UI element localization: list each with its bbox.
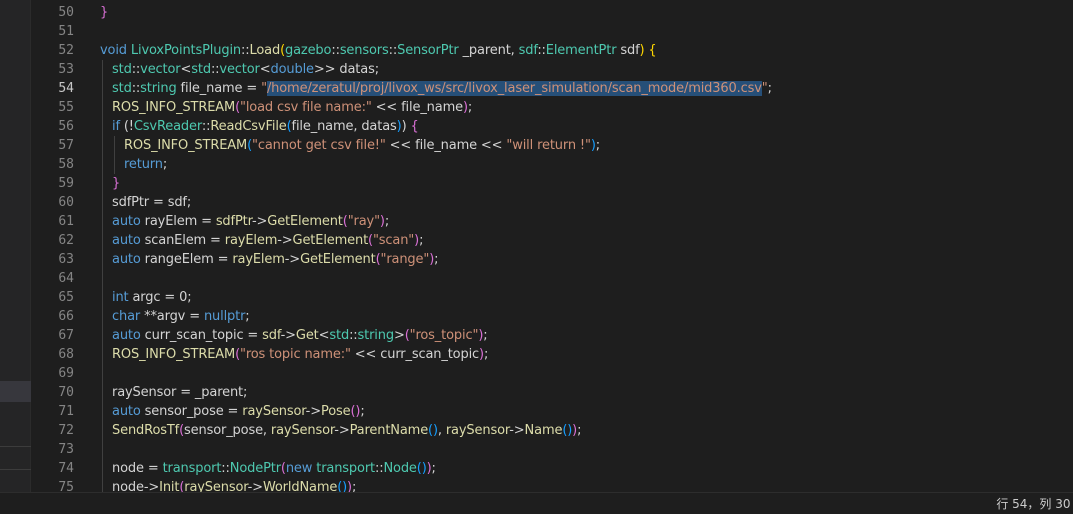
code-line: raySensor = _parent; [112,385,248,400]
code-line: return; [124,157,168,172]
code-area[interactable]: } void LivoxPointsPlugin::Load(gazebo::s… [100,0,1073,492]
indent-guide [102,60,103,492]
side-panel-divider [0,469,31,470]
line-number: 66 [58,309,74,324]
code-line: void LivoxPointsPlugin::Load(gazebo::sen… [100,43,657,58]
line-number: 53 [58,62,74,77]
line-number: 50 [58,5,74,20]
cursor-position[interactable]: 行 54，列 30 ( [996,495,1073,512]
side-panel [0,0,31,492]
code-line: auto rayElem = sdfPtr->GetElement("ray")… [112,214,390,229]
line-number: 51 [58,24,74,39]
line-number: 75 [58,480,74,492]
line-number-active: 54 [58,81,74,96]
line-number: 55 [58,100,74,115]
line-number: 65 [58,290,74,305]
code-line: node->Init(raySensor->WorldName()); [112,480,357,492]
code-line: SendRosTf(sensor_pose, raySensor->Parent… [112,423,582,438]
line-number: 63 [58,252,74,267]
side-panel-divider [0,446,31,447]
line-number: 52 [58,43,74,58]
line-number: 68 [58,347,74,362]
line-number: 58 [58,157,74,172]
status-bar: 行 54，列 30 ( [0,492,1073,514]
line-number: 72 [58,423,74,438]
line-number: 61 [58,214,74,229]
line-number: 59 [58,176,74,191]
code-line: auto rangeElem = rayElem->GetElement("ra… [112,252,439,267]
line-number: 69 [58,366,74,381]
code-line: std::vector<std::vector<double>> datas; [112,62,379,77]
code-line: auto sensor_pose = raySensor->Pose(); [112,404,365,419]
code-line: ROS_INFO_STREAM("ros topic name:" << cur… [112,347,489,362]
line-number: 71 [58,404,74,419]
line-number: 60 [58,195,74,210]
line-number: 70 [58,385,74,400]
code-line: if (!CsvReader::ReadCsvFile(file_name, d… [112,119,419,134]
line-number: 74 [58,461,74,476]
line-number: 62 [58,233,74,248]
side-panel-selected-item[interactable] [0,381,31,402]
code-line: node = transport::NodePtr(new transport:… [112,461,436,476]
line-number: 57 [58,138,74,153]
code-line: ROS_INFO_STREAM("cannot get csv file!" <… [124,138,600,153]
line-number: 64 [58,271,74,286]
code-line: } [112,176,121,191]
code-line: ROS_INFO_STREAM("load csv file name:" <<… [112,100,473,115]
line-number: 67 [58,328,74,343]
code-line: auto scanElem = rayElem->GetElement("sca… [112,233,424,248]
selected-text[interactable]: /home/zeratul/proj/livox_ws/src/livox_la… [266,81,762,96]
code-line-active: std::string file_name = "/home/zeratul/p… [112,81,772,96]
code-line: char **argv = nullptr; [112,309,250,324]
line-number: 73 [58,442,74,457]
code-line: sdfPtr = sdf; [112,195,192,210]
code-line: auto curr_scan_topic = sdf->Get<std::str… [112,328,488,343]
line-number: 56 [58,119,74,134]
line-number-gutter: 50 51 52 53 54 55 56 57 58 59 60 61 62 6… [32,0,82,492]
code-editor[interactable]: 50 51 52 53 54 55 56 57 58 59 60 61 62 6… [32,0,1073,492]
code-line: } [100,5,109,20]
indent-guide [114,136,115,174]
code-line: int argc = 0; [112,290,192,305]
